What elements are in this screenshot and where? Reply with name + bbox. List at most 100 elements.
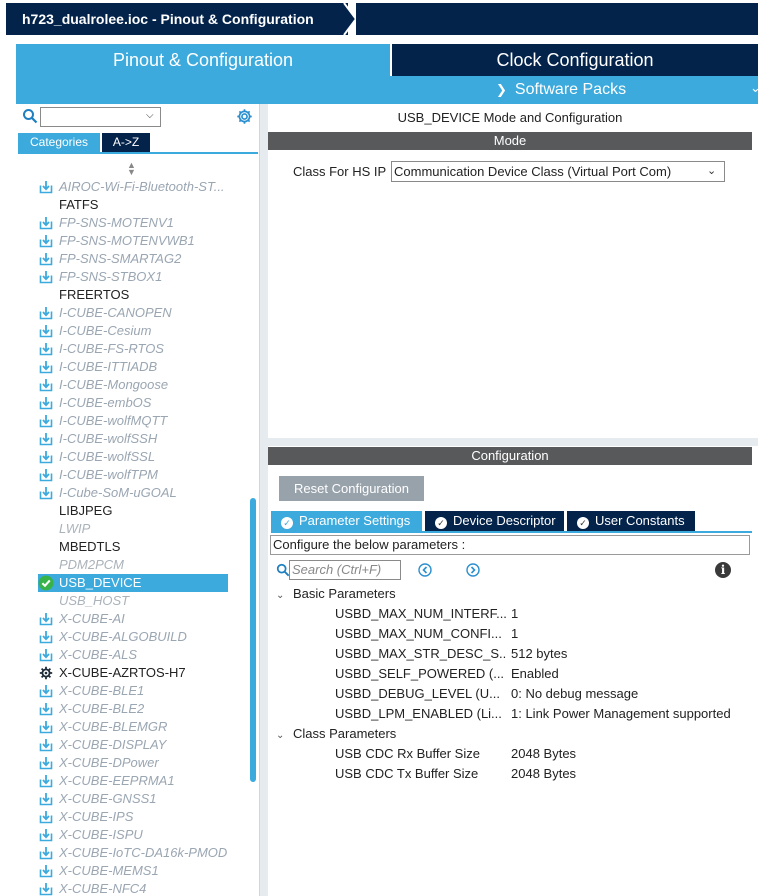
list-item-label: I-CUBE-wolfSSH	[59, 431, 158, 446]
list-item[interactable]: I-CUBE-Cesium	[16, 322, 248, 340]
parameter-value[interactable]: 512 bytes	[511, 645, 567, 663]
tab-parameter-settings[interactable]: ✓ Parameter Settings	[271, 511, 422, 531]
list-item-label: LWIP	[59, 521, 91, 536]
software-packs-menu[interactable]: ❯ Software Packs	[496, 80, 626, 100]
list-item[interactable]: X-CUBE-IPS	[16, 808, 248, 826]
list-item-label: X-CUBE-GNSS1	[59, 791, 157, 806]
list-item[interactable]: X-CUBE-IoTC-DA16k-PMOD	[16, 844, 248, 862]
list-item[interactable]: X-CUBE-GNSS1	[16, 790, 248, 808]
tab-pinout-configuration[interactable]: Pinout & Configuration	[16, 44, 390, 76]
chevron-down-icon[interactable]: ⌵	[146, 110, 154, 121]
categories-search-combo[interactable]	[40, 107, 161, 127]
tab-clock-configuration[interactable]: Clock Configuration	[392, 44, 758, 76]
list-item[interactable]: I-Cube-SoM-uGOAL	[16, 484, 248, 502]
info-icon[interactable]: i	[715, 562, 731, 578]
previous-match-icon[interactable]	[418, 563, 432, 577]
tab-a-to-z[interactable]: A->Z	[102, 133, 150, 152]
list-item[interactable]: I-CUBE-wolfSSL	[16, 448, 248, 466]
title-bar: h723_dualrolee.ioc - Pinout & Configurat…	[0, 0, 758, 37]
list-item[interactable]: I-CUBE-CANOPEN	[16, 304, 248, 322]
list-item-label: FP-SNS-MOTENVWB1	[59, 233, 195, 248]
list-scrollbar[interactable]	[250, 498, 256, 782]
list-item[interactable]: I-CUBE-wolfSSH	[16, 430, 248, 448]
next-match-icon[interactable]	[466, 563, 480, 577]
list-item[interactable]: FREERTOS	[16, 286, 248, 304]
list-item[interactable]: USB_HOST	[16, 592, 248, 610]
list-item[interactable]: AIROC-Wi-Fi-Bluetooth-ST...	[16, 178, 248, 196]
list-item[interactable]: I-CUBE-embOS	[16, 394, 248, 412]
list-item-label: X-CUBE-ALS	[59, 647, 138, 662]
list-item[interactable]: I-CUBE-wolfMQTT	[16, 412, 248, 430]
list-item[interactable]: I-CUBE-wolfTPM	[16, 466, 248, 484]
list-item[interactable]: X-CUBE-EEPRMA1	[16, 772, 248, 790]
parameter-group-label: Basic Parameters	[293, 586, 396, 601]
list-item-label: X-CUBE-ALGOBUILD	[59, 629, 187, 644]
list-item[interactable]: X-CUBE-AI	[16, 610, 248, 628]
reset-configuration-button[interactable]: Reset Configuration	[279, 476, 424, 501]
tab-user-constants[interactable]: ✓ User Constants	[567, 511, 695, 531]
parameter-value[interactable]: Enabled	[511, 665, 559, 683]
list-item-label: X-CUBE-DPower	[59, 755, 159, 770]
chevron-down-icon: ❯	[496, 82, 507, 97]
list-item[interactable]: FP-SNS-MOTENVWB1	[16, 232, 248, 250]
list-item[interactable]: X-CUBE-BLE1	[16, 682, 248, 700]
gear-icon[interactable]	[236, 108, 253, 125]
list-item-label: USB_DEVICE	[59, 575, 142, 590]
sort-arrows-icon[interactable]: ▲ ▼	[127, 161, 136, 177]
section-splitter[interactable]	[268, 438, 758, 446]
class-for-hs-ip-select[interactable]: Communication Device Class (Virtual Port…	[391, 161, 725, 182]
list-item[interactable]: X-CUBE-DISPLAY	[16, 736, 248, 754]
panel-splitter[interactable]	[260, 104, 268, 896]
list-item[interactable]: X-CUBE-AZRTOS-H7	[16, 664, 248, 682]
parameter-name: USBD_MAX_STR_DESC_S...	[335, 646, 507, 661]
parameter-value[interactable]: 1	[511, 625, 518, 643]
list-item[interactable]: X-CUBE-MEMS1	[16, 862, 248, 880]
list-item[interactable]: PDM2PCM	[16, 556, 248, 574]
software-packs-label: Software Packs	[514, 81, 627, 98]
check-circle-icon: ✓	[281, 517, 293, 529]
chevron-down-icon[interactable]: ⌄	[276, 587, 293, 605]
tab-label: Device Descriptor	[453, 513, 556, 528]
chevron-down-icon[interactable]: ⌄	[750, 80, 758, 96]
title-bar-fill	[356, 3, 758, 35]
list-item[interactable]: MBEDTLS	[16, 538, 248, 556]
list-item[interactable]: X-CUBE-ISPU	[16, 826, 248, 844]
list-item[interactable]: FP-SNS-STBOX1	[16, 268, 248, 286]
parameter-name: USBD_MAX_NUM_CONFI...	[335, 626, 502, 641]
list-item[interactable]: I-CUBE-ITTIADB	[16, 358, 248, 376]
list-item[interactable]: X-CUBE-ALS	[16, 646, 248, 664]
class-for-hs-ip-label: Class For HS IP	[293, 164, 387, 179]
list-item[interactable]: FP-SNS-MOTENV1	[16, 214, 248, 232]
parameter-group[interactable]: ⌄ Class Parameters	[276, 725, 396, 745]
parameter-value[interactable]: 0: No debug message	[511, 685, 638, 703]
parameter-name: USBD_SELF_POWERED (...	[335, 666, 505, 681]
list-item[interactable]: FATFS	[16, 196, 248, 214]
list-item[interactable]: LWIP	[16, 520, 248, 538]
list-item[interactable]: X-CUBE-BLE2	[16, 700, 248, 718]
list-item[interactable]: I-CUBE-Mongoose	[16, 376, 248, 394]
chevron-down-icon[interactable]: ⌄	[707, 164, 716, 177]
list-item[interactable]: X-CUBE-ALGOBUILD	[16, 628, 248, 646]
list-item[interactable]: X-CUBE-BLEMGR	[16, 718, 248, 736]
list-item[interactable]: X-CUBE-NFC4	[16, 880, 248, 896]
list-item[interactable]: I-CUBE-FS-RTOS	[16, 340, 248, 358]
list-item[interactable]: LIBJPEG	[16, 502, 248, 520]
tab-device-descriptor[interactable]: ✓ Device Descriptor	[425, 511, 564, 531]
parameter-value[interactable]: 1: Link Power Management supported	[511, 705, 731, 723]
parameter-group[interactable]: ⌄ Basic Parameters	[276, 585, 396, 605]
list-item[interactable]: X-CUBE-DPower	[16, 754, 248, 772]
list-item-label: FP-SNS-MOTENV1	[59, 215, 174, 230]
parameter-value[interactable]: 1	[511, 605, 518, 623]
tab-categories[interactable]: Categories	[18, 133, 100, 152]
list-item[interactable]: USB_DEVICE	[16, 574, 248, 592]
parameter-value[interactable]: 2048 Bytes	[511, 765, 576, 783]
mode-header: Mode	[268, 132, 752, 150]
list-item-label: X-CUBE-AI	[59, 611, 125, 626]
parameter-value[interactable]: 2048 Bytes	[511, 745, 576, 763]
list-item-label: AIROC-Wi-Fi-Bluetooth-ST...	[59, 179, 225, 194]
configure-parameters-hint: Configure the below parameters :	[270, 535, 750, 555]
parameter-search-input[interactable]: Search (Ctrl+F)	[289, 560, 401, 580]
list-item[interactable]: FP-SNS-SMARTAG2	[16, 250, 248, 268]
list-item-label: X-CUBE-ISPU	[59, 827, 143, 842]
chevron-down-icon[interactable]: ⌄	[276, 727, 293, 745]
